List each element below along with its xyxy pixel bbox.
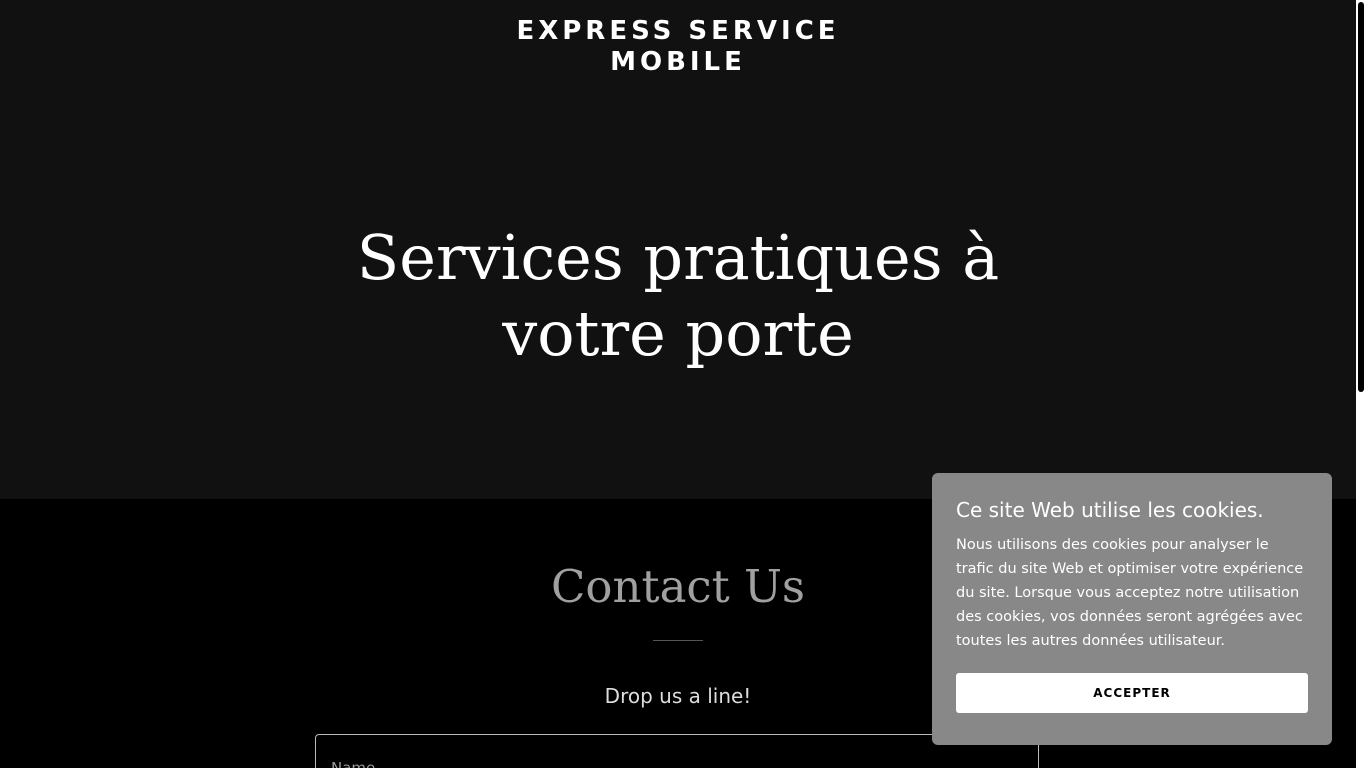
page-scrollbar[interactable] [1356, 0, 1366, 768]
scrollbar-thumb[interactable] [1358, 2, 1364, 392]
name-input[interactable] [315, 734, 1039, 768]
site-header: EXPRESS SERVICE MOBILE Services pratique… [0, 0, 1356, 499]
accept-cookies-button[interactable]: ACCEPTER [956, 673, 1308, 713]
brand-line-2: MOBILE [610, 47, 746, 77]
cookie-text: Nous utilisons des cookies pour analyser… [956, 537, 1304, 649]
cookie-title: Ce site Web utilise les cookies. [956, 498, 1264, 522]
hero-title: Services pratiques à votre porte [356, 221, 1000, 370]
title-divider [653, 640, 703, 641]
brand-line-1: EXPRESS SERVICE [516, 16, 840, 46]
cookie-banner: Ce site Web utilise les cookies. Nous ut… [932, 473, 1332, 745]
brand-logo-text[interactable]: EXPRESS SERVICE MOBILE [0, 16, 1356, 78]
